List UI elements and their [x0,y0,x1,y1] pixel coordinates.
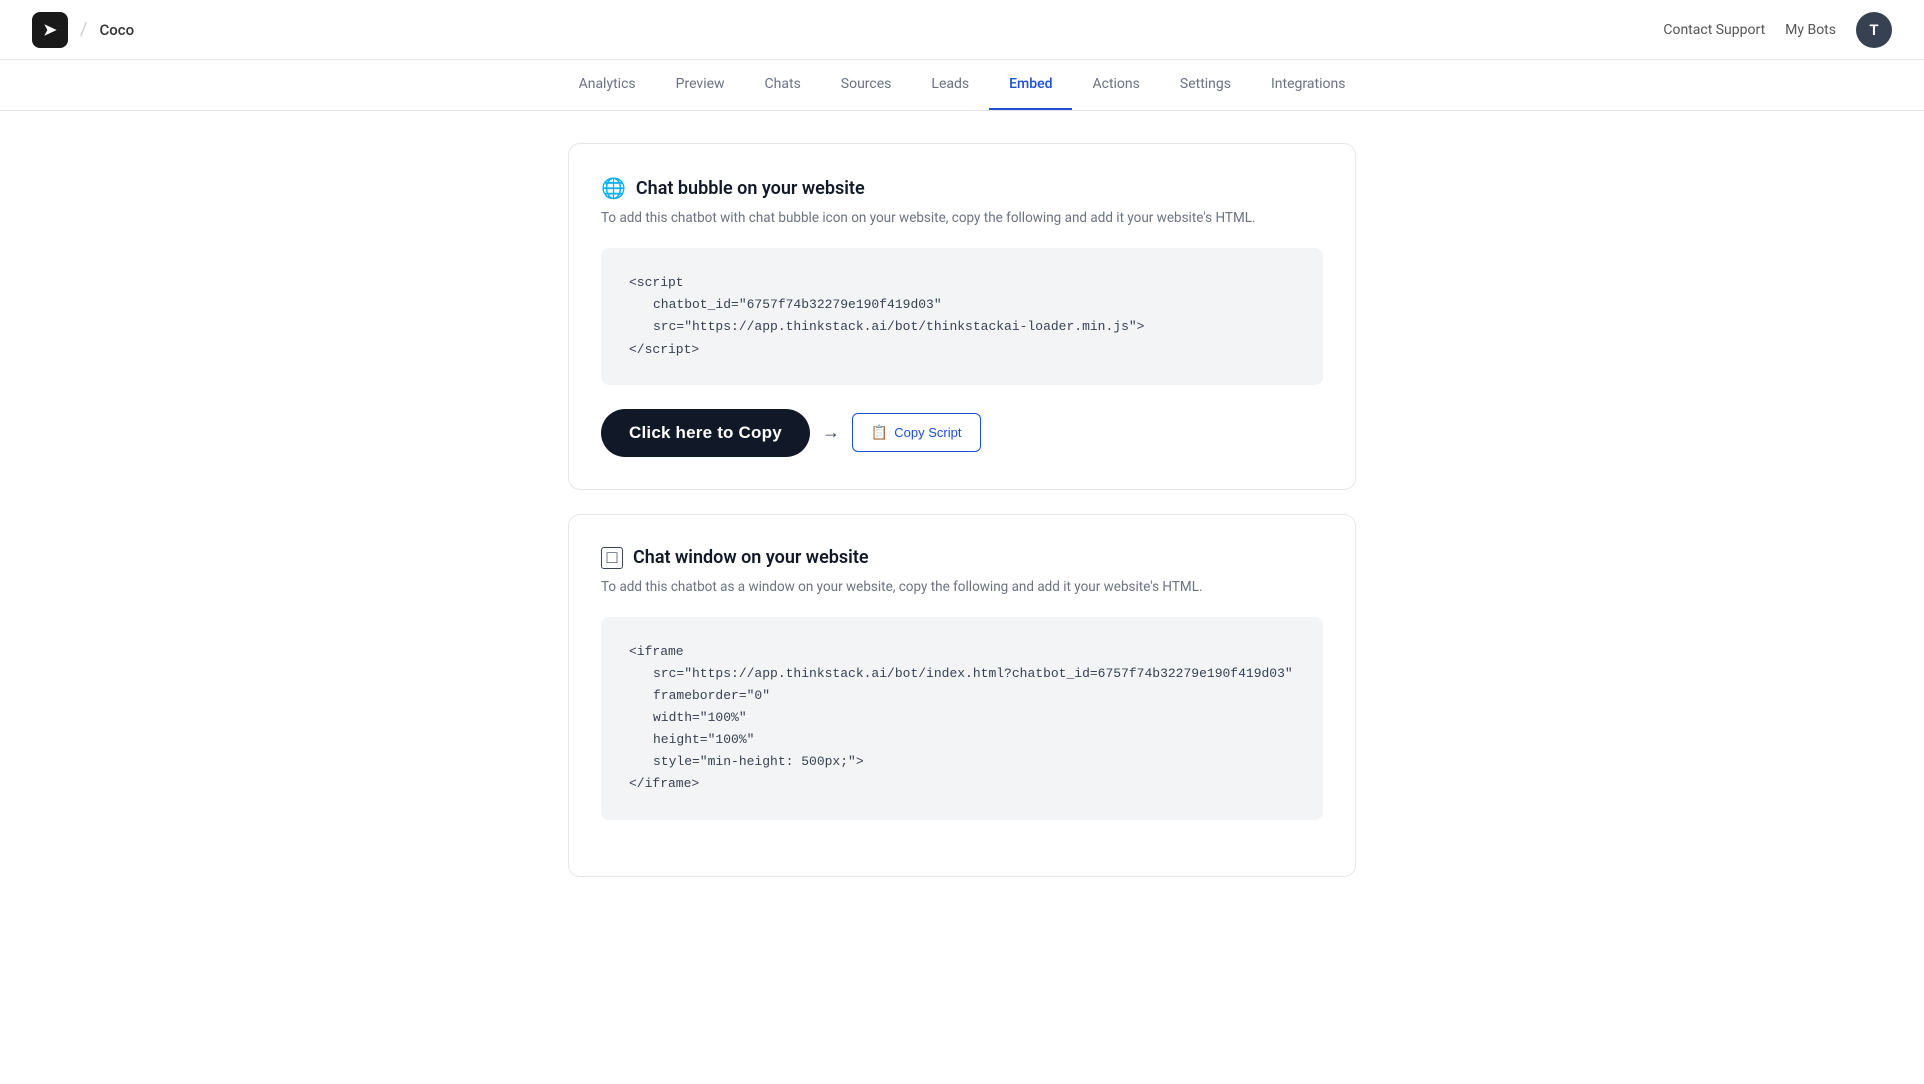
bubble-code-block: <script chatbot_id="6757f74b32279e190f41… [601,248,1323,384]
window-section-desc: To add this chatbot as a window on your … [601,577,1323,597]
bot-name: Coco [99,21,134,39]
window-code-line-7: </iframe> [629,776,699,791]
bubble-copy-script-label: Copy Script [894,425,961,440]
window-code-line-2: src="https://app.thinkstack.ai/bot/index… [629,663,1295,685]
header: ➤ / Coco Contact Support My Bots T [0,0,1924,60]
window-code-line-6: style="min-height: 500px;"> [629,751,1295,773]
window-code-block: <iframe src="https://app.thinkstack.ai/b… [601,617,1323,820]
chat-window-card: □ Chat window on your website To add thi… [568,514,1356,877]
header-left: ➤ / Coco [32,12,134,48]
tab-preview[interactable]: Preview [656,60,745,110]
bubble-section-desc: To add this chatbot with chat bubble ico… [601,208,1323,228]
header-right: Contact Support My Bots T [1663,12,1892,48]
bubble-code-line-1: <script [629,275,684,290]
contact-support-link[interactable]: Contact Support [1663,22,1765,38]
window-section-title: Chat window on your website [633,547,869,568]
tab-actions[interactable]: Actions [1072,60,1159,110]
bubble-code-line-2: chatbot_id="6757f74b32279e190f419d03" [629,294,1295,316]
copy-icon: 📋 [871,424,888,441]
header-separator: / [80,19,87,40]
tab-sources[interactable]: Sources [821,60,912,110]
tab-chats[interactable]: Chats [745,60,821,110]
tab-settings[interactable]: Settings [1160,60,1251,110]
window-icon: □ [601,547,623,569]
tab-analytics[interactable]: Analytics [559,60,656,110]
globe-icon: 🌐 [601,176,626,200]
window-code-line-4: width="100%" [629,707,1295,729]
window-code-line-5: height="100%" [629,729,1295,751]
arrow-icon: → [822,422,840,443]
bubble-section-header: 🌐 Chat bubble on your website [601,176,1323,200]
tab-integrations[interactable]: Integrations [1251,60,1365,110]
tab-embed[interactable]: Embed [989,60,1072,110]
bubble-code-line-3: src="https://app.thinkstack.ai/bot/think… [629,316,1295,338]
bubble-copy-script-button[interactable]: 📋 Copy Script [852,413,981,452]
main-content: 🌐 Chat bubble on your website To add thi… [552,111,1372,933]
avatar[interactable]: T [1856,12,1892,48]
tab-leads[interactable]: Leads [911,60,989,110]
bubble-code-line-4: </script> [629,342,699,357]
bubble-section-title: Chat bubble on your website [636,178,865,199]
window-code-line-3: frameborder="0" [629,685,1295,707]
my-bots-link[interactable]: My Bots [1785,22,1836,38]
navigation: Analytics Preview Chats Sources Leads Em… [0,60,1924,111]
bubble-copy-row: Click here to Copy → 📋 Copy Script [601,409,1323,457]
window-section-header: □ Chat window on your website [601,547,1323,569]
window-code-line-1: <iframe [629,644,684,659]
logo-icon[interactable]: ➤ [32,12,68,48]
bubble-click-copy-button[interactable]: Click here to Copy [601,409,810,457]
chat-bubble-card: 🌐 Chat bubble on your website To add thi… [568,143,1356,490]
